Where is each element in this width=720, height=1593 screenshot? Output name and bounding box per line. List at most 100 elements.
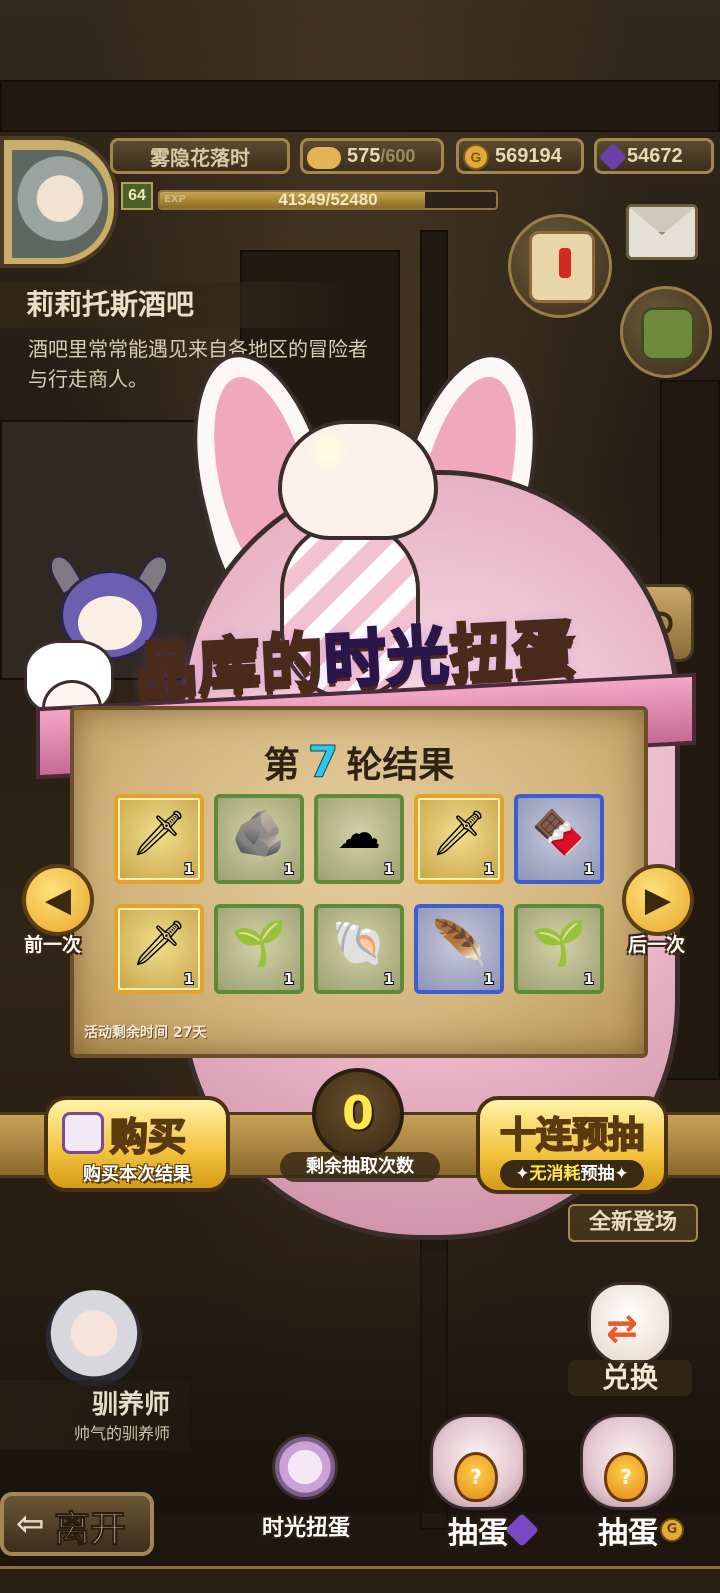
result-item-slot[interactable]: 🗡 1 xyxy=(414,794,504,884)
buy-item-icon xyxy=(62,1112,104,1154)
location-description: 酒吧里常常能遇见来自各地区的冒险者与行走商人。 xyxy=(28,337,368,391)
trainer-title: 帅气的驯养师 xyxy=(73,1424,170,1443)
leave-button[interactable]: ⇦ 离开 xyxy=(0,1492,154,1556)
envelope-icon xyxy=(629,207,695,235)
location-title: 莉莉托斯酒吧 xyxy=(0,282,350,328)
tab-draw-gem[interactable]: ? 抽蛋 xyxy=(416,1414,540,1552)
new-arrival-banner[interactable]: 全新登场 xyxy=(568,1204,698,1242)
result-item-grid: 🗡 1 🪨 1 ☁ 1 🗡 1 🍫 1 🗡 1 🌱 1 🐚 1 🪶 1 🌱 1 xyxy=(114,794,606,994)
level-badge: 64 xyxy=(121,182,153,210)
next-round-label[interactable]: 后一次 xyxy=(628,930,685,957)
result-item-slot[interactable]: 🗡 1 xyxy=(114,794,204,884)
purple-gem-icon xyxy=(598,142,628,172)
result-item-slot[interactable]: 🌱 1 xyxy=(214,904,304,994)
bottom-frame xyxy=(0,1566,720,1593)
sword-bundle-icon: 🗡 xyxy=(131,808,187,860)
cloud-orb-icon: ☁ xyxy=(337,808,381,860)
buy-subtitle: 购买本次结果 xyxy=(83,1164,191,1185)
result-item-slot[interactable]: ☁ 1 xyxy=(314,794,404,884)
clock-icon xyxy=(272,1434,338,1500)
backpack-icon xyxy=(641,307,695,361)
exp-value: 41349/52480 xyxy=(278,190,378,209)
gold-value: 569194 xyxy=(495,144,562,167)
player-avatar[interactable] xyxy=(0,136,118,268)
result-item-slot[interactable]: 🪶 1 xyxy=(414,904,504,994)
ten-pull-subtitle: ✦无消耗预抽✦ xyxy=(500,1160,644,1188)
gold-display[interactable]: G 569194 xyxy=(456,138,584,174)
item-count: 1 xyxy=(183,860,194,878)
quest-button[interactable] xyxy=(508,214,612,318)
stamina-value: 575 xyxy=(347,144,381,167)
sparkle-icon xyxy=(306,430,350,474)
stamina-display[interactable]: 575/600 xyxy=(300,138,444,174)
back-arrow-icon: ⇦ xyxy=(16,1504,45,1544)
title-text: 品库的时光扭蛋 xyxy=(132,598,579,711)
item-count: 1 xyxy=(583,970,594,988)
preview-label: 预抽 xyxy=(580,1164,615,1184)
chocolate-blob-icon: 🍫 xyxy=(531,808,587,860)
results-panel: 第 7 轮结果 🗡 1 🪨 1 ☁ 1 🗡 1 🍫 1 🗡 1 🌱 1 🐚 1 🪶 1 🌱 1 活动剩余时间 27天 xyxy=(70,706,648,1058)
avatar-portrait xyxy=(12,150,108,258)
egg-icon: ? xyxy=(454,1452,498,1502)
mail-button[interactable] xyxy=(626,204,698,260)
title-part-2: 扭蛋 xyxy=(446,610,579,692)
tavern-scene: 雾隐花落时 575/600 G 569194 54672 64 EXP 4134… xyxy=(0,0,720,1593)
title-accent: 时光 xyxy=(320,617,453,699)
exclamation-icon xyxy=(559,248,571,278)
buy-result-button[interactable]: 购买 购买本次结果 xyxy=(44,1096,230,1192)
blue-seed-icon: 🌱 xyxy=(231,918,287,970)
player-name: 雾隐花落时 xyxy=(150,147,250,170)
red-feather-icon: 🪶 xyxy=(431,918,487,970)
item-count: 1 xyxy=(383,860,394,878)
fur-shell-icon: 🐚 xyxy=(331,918,387,970)
round-title: 第 7 轮结果 xyxy=(74,736,644,789)
egg-icon: ? xyxy=(604,1452,648,1502)
result-item-slot[interactable]: 🐚 1 xyxy=(314,904,404,994)
tab-time-gacha-label: 时光扭蛋 xyxy=(261,1516,350,1541)
exchange-button[interactable]: ⇄ 兑换 xyxy=(568,1282,692,1402)
exchange-arrows-icon: ⇄ xyxy=(606,1306,638,1350)
previous-round-label[interactable]: 前一次 xyxy=(24,930,81,957)
item-count: 1 xyxy=(483,860,494,878)
result-item-slot[interactable]: 🪨 1 xyxy=(214,794,304,884)
sparkle-icon: ✦ xyxy=(515,1164,530,1184)
title-part-1: 品库的 xyxy=(132,623,328,709)
gold-coin-icon: G xyxy=(660,1518,684,1542)
gold-coin-icon: G xyxy=(463,144,489,170)
next-round-button[interactable]: ▶ xyxy=(622,864,694,936)
item-count: 1 xyxy=(283,970,294,988)
previous-round-button[interactable]: ◀ xyxy=(22,864,94,936)
item-count: 1 xyxy=(383,970,394,988)
item-count: 1 xyxy=(483,970,494,988)
result-item-slot[interactable]: 🗡 1 xyxy=(114,904,204,994)
ten-pull-title: 十连预抽 xyxy=(499,1114,645,1157)
remaining-draws-label: 剩余抽取次数 xyxy=(280,1152,440,1182)
remaining-draws-counter: 0 xyxy=(312,1068,404,1160)
round-suffix: 轮结果 xyxy=(346,745,455,786)
no-cost-label: 无消耗 xyxy=(529,1164,581,1184)
stamina-max: /600 xyxy=(380,145,416,166)
sparkle-icon: ✦ xyxy=(614,1164,629,1184)
result-item-slot[interactable]: 🍫 1 xyxy=(514,794,604,884)
green-seed-icon: 🌱 xyxy=(531,918,587,970)
backpack-button[interactable] xyxy=(620,286,712,378)
ore-pile-icon: 🪨 xyxy=(231,808,287,860)
player-name-plate: 雾隐花落时 xyxy=(110,138,290,174)
event-time-remaining: 活动剩余时间 27天 xyxy=(84,1025,207,1041)
gem-value: 54672 xyxy=(627,144,683,167)
ten-pull-preview-button[interactable]: 十连预抽 ✦无消耗预抽✦ xyxy=(476,1096,668,1194)
item-count: 1 xyxy=(283,860,294,878)
dagger-icon: 🗡 xyxy=(431,808,487,860)
gem-display[interactable]: 54672 xyxy=(594,138,714,174)
round-prefix: 第 xyxy=(263,745,300,786)
item-count: 1 xyxy=(583,860,594,878)
buy-title: 购买 xyxy=(109,1114,187,1160)
remaining-draws-value: 0 xyxy=(341,1086,374,1140)
scroll-icon xyxy=(529,231,595,303)
tab-time-gacha[interactable]: 时光扭蛋 xyxy=(244,1414,368,1552)
trainer-avatar[interactable] xyxy=(46,1290,142,1386)
result-item-slot[interactable]: 🌱 1 xyxy=(514,904,604,994)
round-number: 7 xyxy=(307,737,339,789)
tab-draw-gold[interactable]: ? 抽蛋 G xyxy=(566,1414,690,1552)
trainer-nameplate[interactable]: 驯养师 帅气的驯养师 xyxy=(0,1380,190,1450)
